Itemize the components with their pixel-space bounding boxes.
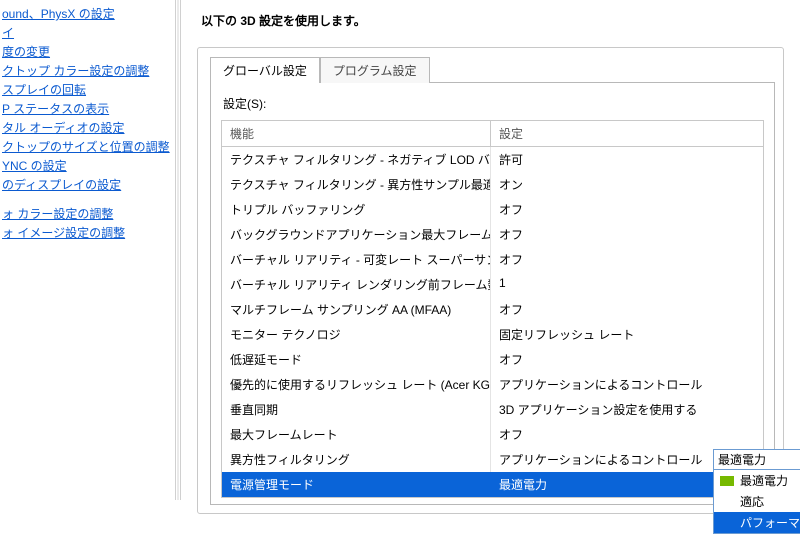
nav-link[interactable]: ound、PhysX の設定 [2, 4, 173, 23]
setting-name: 垂直同期 [222, 397, 490, 422]
tab-bar: グローバル設定 プログラム設定 [210, 56, 783, 82]
setting-value: オフ [490, 197, 763, 222]
setting-name: 最大フレームレート [222, 422, 490, 447]
setting-value: 1 [490, 272, 763, 297]
nav-link[interactable]: 度の変更 [2, 42, 173, 61]
settings-grid: 機能 設定 テクスチャ フィルタリング - ネガティブ LOD バイアス許可テク… [221, 120, 764, 498]
grid-header: 機能 設定 [222, 121, 763, 147]
nav-link[interactable]: タル オーディオの設定 [2, 118, 173, 137]
dropdown-field[interactable]: 最適電力 ⌄ [714, 450, 800, 470]
setting-value: 3D アプリケーション設定を使用する [490, 397, 763, 422]
nav-link[interactable]: ォ カラー設定の調整 [2, 204, 173, 223]
dropdown-option-label: 適応 [740, 493, 764, 510]
settings-label: 設定(S): [223, 95, 764, 112]
setting-row[interactable]: 垂直同期3D アプリケーション設定を使用する [222, 397, 763, 422]
nvidia-icon [720, 476, 734, 486]
setting-row[interactable]: 低遅延モードオフ [222, 347, 763, 372]
setting-value: 許可 [490, 147, 763, 172]
setting-name: テクスチャ フィルタリング - ネガティブ LOD バイアス [222, 147, 490, 172]
setting-row[interactable]: テクスチャ フィルタリング - ネガティブ LOD バイアス許可 [222, 147, 763, 172]
setting-name: モニター テクノロジ [222, 322, 490, 347]
nav-link[interactable]: のディスプレイの設定 [2, 175, 173, 194]
setting-row[interactable]: モニター テクノロジ固定リフレッシュ レート [222, 322, 763, 347]
dropdown-value: 最適電力 [718, 451, 800, 468]
setting-row[interactable]: 優先的に使用するリフレッシュ レート (Acer KG251Q)アプリケーション… [222, 372, 763, 397]
setting-value: オン [490, 172, 763, 197]
section-heading: 以下の 3D 設定を使用します。 [201, 12, 784, 29]
nav-link[interactable]: イ [2, 23, 173, 42]
setting-value: アプリケーションによるコントロール [490, 372, 763, 397]
setting-row[interactable]: バックグラウンドアプリケーション最大フレームレートオフ [222, 222, 763, 247]
setting-name: トリプル バッファリング [222, 197, 490, 222]
nav-link[interactable]: クトップのサイズと位置の調整 [2, 137, 173, 156]
setting-name: バックグラウンドアプリケーション最大フレームレート [222, 222, 490, 247]
nav-link[interactable]: クトップ カラー設定の調整 [2, 61, 173, 80]
setting-row[interactable]: 異方性フィルタリングアプリケーションによるコントロール [222, 447, 763, 472]
setting-row[interactable]: テクスチャ フィルタリング - 異方性サンプル最適化オン [222, 172, 763, 197]
setting-name: 電源管理モード [222, 472, 490, 497]
dropdown-option[interactable]: パフォーマンス最大化を優先 [714, 512, 800, 533]
setting-row[interactable]: バーチャル リアリティ - 可変レート スーパーサンプリングオフ [222, 247, 763, 272]
setting-name: バーチャル リアリティ - 可変レート スーパーサンプリング [222, 247, 490, 272]
column-value: 設定 [490, 121, 763, 146]
main-pane: 以下の 3D 設定を使用します。 グローバル設定 プログラム設定 設定(S): … [181, 0, 800, 500]
dropdown-option-label: 最適電力 [740, 472, 788, 489]
setting-value: オフ [490, 297, 763, 322]
setting-value: オフ [490, 422, 763, 447]
settings-panel: グローバル設定 プログラム設定 設定(S): 機能 設定 テクスチャ フィルタリ… [197, 47, 784, 514]
setting-value: 固定リフレッシュ レート [490, 322, 763, 347]
setting-name: 低遅延モード [222, 347, 490, 372]
dropdown-option[interactable]: 最適電力 [714, 470, 800, 491]
setting-name: 異方性フィルタリング [222, 447, 490, 472]
tab-global[interactable]: グローバル設定 [210, 57, 320, 83]
nav-link[interactable]: P ステータスの表示 [2, 99, 173, 118]
nav-sidebar: ound、PhysX の設定 イ 度の変更 クトップ カラー設定の調整 スプレイ… [0, 0, 175, 500]
setting-value: オフ [490, 247, 763, 272]
setting-row[interactable]: 電源管理モード最適電力 [222, 472, 763, 497]
nav-link[interactable]: スプレイの回転 [2, 80, 173, 99]
setting-row[interactable]: トリプル バッファリングオフ [222, 197, 763, 222]
setting-row[interactable]: マルチフレーム サンプリング AA (MFAA)オフ [222, 297, 763, 322]
power-mode-dropdown[interactable]: 最適電力 ⌄ 最適電力適応パフォーマンス最大化を優先 [713, 449, 800, 534]
nav-link[interactable]: YNC の設定 [2, 156, 173, 175]
tab-body: 設定(S): 機能 設定 テクスチャ フィルタリング - ネガティブ LOD バ… [210, 82, 775, 505]
dropdown-option-label: パフォーマンス最大化を優先 [740, 514, 800, 531]
tab-program[interactable]: プログラム設定 [320, 57, 430, 83]
setting-name: テクスチャ フィルタリング - 異方性サンプル最適化 [222, 172, 490, 197]
nav-link[interactable]: ォ イメージ設定の調整 [2, 223, 173, 242]
setting-row[interactable]: バーチャル リアリティ レンダリング前フレーム数1 [222, 272, 763, 297]
column-name: 機能 [222, 121, 490, 146]
setting-row[interactable]: 最大フレームレートオフ [222, 422, 763, 447]
dropdown-list: 最適電力適応パフォーマンス最大化を優先 [714, 470, 800, 533]
setting-name: バーチャル リアリティ レンダリング前フレーム数 [222, 272, 490, 297]
setting-name: マルチフレーム サンプリング AA (MFAA) [222, 297, 490, 322]
setting-value: オフ [490, 222, 763, 247]
setting-value: オフ [490, 347, 763, 372]
setting-name: 優先的に使用するリフレッシュ レート (Acer KG251Q) [222, 372, 490, 397]
dropdown-option[interactable]: 適応 [714, 491, 800, 512]
